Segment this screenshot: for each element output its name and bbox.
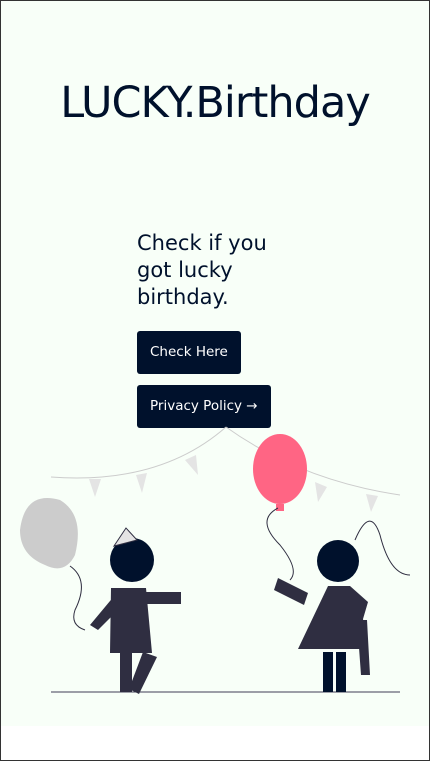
pink-balloon xyxy=(253,434,307,504)
site-title: LUCKY.Birthday xyxy=(60,78,371,128)
birthday-illustration xyxy=(20,426,411,694)
check-here-button[interactable]: Check Here xyxy=(137,331,241,374)
tagline: Check if you got lucky birthday. xyxy=(137,231,267,309)
gray-balloon xyxy=(20,498,78,569)
